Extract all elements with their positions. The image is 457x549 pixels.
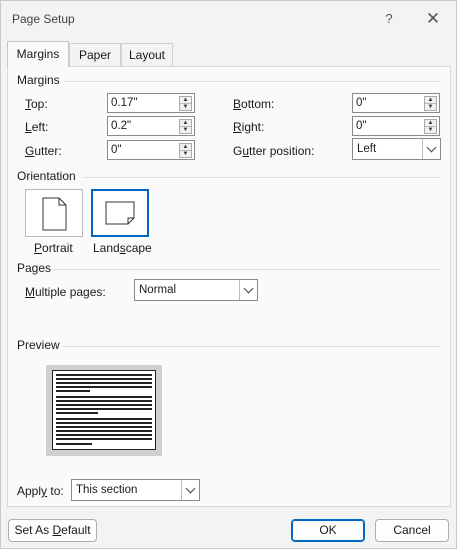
gutter-position-select[interactable]: Left xyxy=(352,138,441,160)
spin-up-icon[interactable]: ▲ xyxy=(180,120,191,127)
preview-line xyxy=(56,386,152,388)
page-setup-dialog: Page Setup ? ✕ Margins Paper Layout Marg… xyxy=(0,0,457,549)
window-title: Page Setup xyxy=(12,12,75,26)
preview-line xyxy=(56,382,152,384)
gutter-position-value: Left xyxy=(357,143,377,155)
orientation-heading: Orientation xyxy=(17,169,76,183)
top-label: Top: xyxy=(25,97,48,111)
right-label: Right: xyxy=(233,120,265,134)
spin-down-icon[interactable]: ▼ xyxy=(425,127,436,134)
right-margin-spinner[interactable]: ▲ ▼ xyxy=(424,119,437,134)
portrait-page-icon xyxy=(42,197,67,231)
landscape-page-icon xyxy=(105,201,135,225)
preview-line xyxy=(56,378,152,380)
right-margin-value: 0" xyxy=(356,120,367,132)
top-margin-value: 0.17" xyxy=(111,97,138,109)
multiple-pages-value: Normal xyxy=(139,284,177,296)
preview-heading: Preview xyxy=(17,338,60,352)
preview-line xyxy=(56,443,92,445)
close-button[interactable]: ✕ xyxy=(422,9,444,29)
gutter-spinner[interactable]: ▲ ▼ xyxy=(179,143,192,158)
left-margin-input[interactable]: 0.2" ▲ ▼ xyxy=(107,116,195,136)
chevron-down-icon xyxy=(243,283,254,294)
margins-divider xyxy=(65,81,440,82)
margins-heading: Margins xyxy=(17,73,60,87)
preview-line xyxy=(56,396,152,398)
gutter-value: 0" xyxy=(111,144,122,156)
spin-down-icon[interactable]: ▼ xyxy=(180,151,191,158)
preview-line xyxy=(56,430,152,432)
landscape-label: Landscape xyxy=(93,241,152,255)
preview-line xyxy=(56,434,152,436)
set-as-default-button[interactable]: Set As Default xyxy=(8,519,97,542)
bottom-margin-input[interactable]: 0" ▲ ▼ xyxy=(352,93,440,113)
preview-line xyxy=(56,390,90,392)
help-button[interactable]: ? xyxy=(378,9,400,29)
multiple-pages-label: Multiple pages: xyxy=(25,285,106,299)
bottom-margin-value: 0" xyxy=(356,97,367,109)
preview-line xyxy=(56,404,152,406)
gutter-position-label: Gutter position: xyxy=(233,144,315,158)
spin-down-icon[interactable]: ▼ xyxy=(180,127,191,134)
spin-up-icon[interactable]: ▲ xyxy=(425,97,436,104)
multiple-pages-dropdown[interactable] xyxy=(239,280,257,300)
title-bar: Page Setup ? ✕ xyxy=(1,1,456,37)
preview-line xyxy=(56,438,152,440)
portrait-label: Portrait xyxy=(34,241,73,255)
apply-to-label: Apply to: xyxy=(17,484,64,498)
top-margin-spinner[interactable]: ▲ ▼ xyxy=(179,96,192,111)
gutter-position-dropdown[interactable] xyxy=(422,139,440,159)
ok-button[interactable]: OK xyxy=(291,519,365,542)
left-label: Left: xyxy=(25,120,49,134)
tab-margins[interactable]: Margins xyxy=(7,41,69,67)
pages-divider xyxy=(53,269,440,270)
preview-line xyxy=(56,412,98,414)
spin-down-icon[interactable]: ▼ xyxy=(180,104,191,111)
apply-to-select[interactable]: This section xyxy=(71,479,200,501)
apply-to-dropdown[interactable] xyxy=(181,480,199,500)
tab-paper[interactable]: Paper xyxy=(69,43,121,66)
left-margin-value: 0.2" xyxy=(111,120,132,132)
spin-down-icon[interactable]: ▼ xyxy=(425,104,436,111)
pages-heading: Pages xyxy=(17,261,52,275)
preview-line xyxy=(56,418,152,420)
bottom-margin-spinner[interactable]: ▲ ▼ xyxy=(424,96,437,111)
orientation-divider xyxy=(83,177,440,178)
preview-line xyxy=(56,422,152,424)
chevron-down-icon xyxy=(426,142,437,153)
right-margin-input[interactable]: 0" ▲ ▼ xyxy=(352,116,440,136)
gutter-label: Gutter: xyxy=(25,144,62,158)
chevron-down-icon xyxy=(185,483,196,494)
spin-up-icon[interactable]: ▲ xyxy=(425,120,436,127)
preview-line xyxy=(56,400,152,402)
spin-up-icon[interactable]: ▲ xyxy=(180,144,191,151)
spin-up-icon[interactable]: ▲ xyxy=(180,97,191,104)
tab-layout[interactable]: Layout xyxy=(121,43,173,66)
preview-line xyxy=(56,408,152,410)
landscape-option[interactable] xyxy=(91,189,149,237)
left-margin-spinner[interactable]: ▲ ▼ xyxy=(179,119,192,134)
portrait-option[interactable] xyxy=(25,189,83,237)
bottom-label: Bottom: xyxy=(233,97,275,111)
cancel-button[interactable]: Cancel xyxy=(375,519,449,542)
preview-page xyxy=(52,370,156,450)
multiple-pages-select[interactable]: Normal xyxy=(134,279,258,301)
preview-divider xyxy=(63,346,440,347)
top-margin-input[interactable]: 0.17" ▲ ▼ xyxy=(107,93,195,113)
preview-line xyxy=(56,426,152,428)
gutter-input[interactable]: 0" ▲ ▼ xyxy=(107,140,195,160)
apply-to-value: This section xyxy=(76,484,138,496)
preview-line xyxy=(56,374,152,376)
